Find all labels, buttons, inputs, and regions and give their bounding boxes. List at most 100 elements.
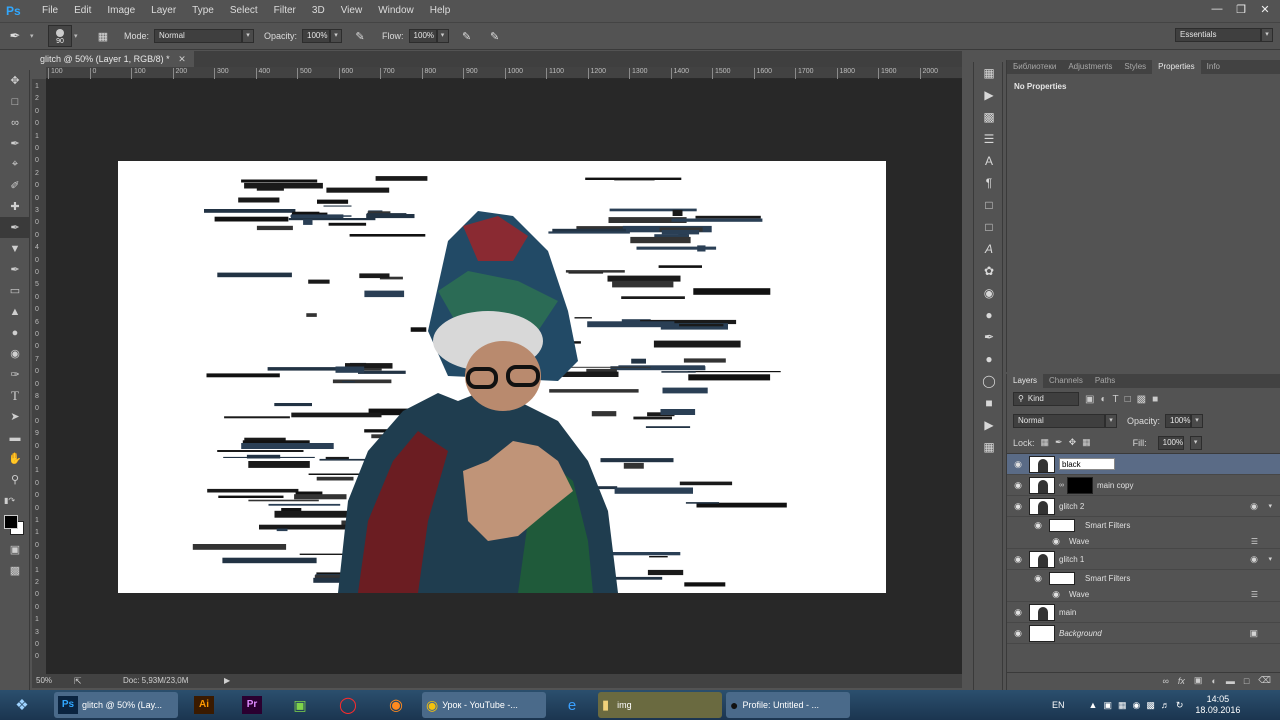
expand-arrow-icon[interactable]: ▾ (1268, 502, 1272, 510)
clock[interactable]: 14:05 18.09.2016 (1195, 694, 1240, 716)
volume-icon[interactable]: ♬ (1161, 700, 1170, 710)
brush-tool-icon[interactable]: ✒ (0, 28, 30, 44)
timeline-icon[interactable]: ▶ (974, 414, 1004, 436)
layer-name-input[interactable] (1059, 458, 1115, 470)
lock-transparency-icon[interactable]: ▦ (1041, 437, 1050, 448)
layer-row-main[interactable]: ◉ main (1007, 602, 1280, 623)
dodge-tool-icon[interactable]: ◉ (0, 343, 30, 364)
menu-file[interactable]: File (34, 0, 66, 22)
menu-help[interactable]: Help (422, 0, 459, 22)
eyedropper-tool-icon[interactable]: ✐ (0, 175, 30, 196)
menu-layer[interactable]: Layer (143, 0, 184, 22)
opacity-input[interactable]: 100% (302, 29, 331, 43)
visibility-eye-icon[interactable]: ◉ (1007, 480, 1029, 491)
brush-settings-icon[interactable]: ✿ (974, 260, 1004, 282)
pressure-size-icon[interactable]: ✎ (483, 30, 507, 43)
quick-mask-icon[interactable]: ▣ (0, 539, 30, 560)
screen-mode-icon[interactable]: ▩ (0, 560, 30, 581)
filter-toggle-icon[interactable]: ■ (1152, 394, 1158, 405)
brushes-icon[interactable]: ✒ (974, 326, 1004, 348)
brush-preset-picker[interactable]: 90 (48, 25, 72, 47)
layer-row-black[interactable]: ◉ (1007, 454, 1280, 475)
character-styles-icon[interactable]: □ (974, 194, 1004, 216)
chevron-down-icon[interactable]: ▾ (436, 29, 449, 43)
lock-pixels-icon[interactable]: ✒ (1055, 437, 1063, 448)
chevron-down-icon[interactable]: ▾ (1191, 414, 1204, 428)
taskbar-firefox[interactable]: ◉ (374, 692, 418, 718)
taskbar-opera[interactable]: ◯ (326, 692, 370, 718)
network-icon[interactable]: ▩ (1146, 700, 1155, 711)
tab-properties[interactable]: Properties (1152, 60, 1201, 74)
layer-row-background[interactable]: ◉ Background ▣ (1007, 623, 1280, 644)
visibility-eye-icon[interactable]: ◉ (1027, 520, 1049, 531)
filter-adjustment-icon[interactable]: ◐ (1100, 394, 1106, 405)
layer-style-icon[interactable]: fx (1178, 676, 1185, 686)
layer-row-glitch-2[interactable]: ◉ glitch 2 ◉ ▾ (1007, 496, 1280, 517)
stamp-tool-icon[interactable]: ▼ (0, 238, 30, 259)
filter-wave-row[interactable]: ◉ Wave ☰ (1007, 587, 1280, 602)
pressure-opacity-icon[interactable]: ✎ (348, 30, 372, 43)
filter-options-icon[interactable]: ☰ (1251, 590, 1258, 599)
pen-tool-icon[interactable]: ✑ (0, 364, 30, 385)
character-icon[interactable]: A (974, 150, 1004, 172)
chevron-down-icon[interactable]: ▾ (1105, 414, 1117, 428)
move-tool-icon[interactable]: ✥ (0, 70, 30, 91)
zoom-level[interactable]: 50% (36, 674, 52, 688)
eraser-tool-icon[interactable]: ▭ (0, 280, 30, 301)
document-canvas[interactable] (118, 161, 886, 593)
tray-app-icon[interactable]: ▦ (1118, 700, 1127, 711)
taskbar-ie[interactable]: e (550, 692, 594, 718)
new-layer-icon[interactable]: □ (1244, 676, 1249, 686)
measurement-icon[interactable]: ▦ (974, 436, 1004, 458)
taskbar-obs[interactable]: ● Profile: Untitled - ... (726, 692, 850, 718)
chain-link-icon[interactable]: ∞ (1059, 482, 1064, 489)
foreground-color-swatch[interactable] (4, 515, 18, 529)
flow-input[interactable]: 100% (408, 29, 437, 43)
path-select-tool-icon[interactable]: ➤ (0, 406, 30, 427)
bucket-tool-icon[interactable]: ▲ (0, 301, 30, 322)
color-swatches[interactable] (0, 511, 30, 539)
hand-tool-icon[interactable]: ✋ (0, 448, 30, 469)
brush-panel-icon[interactable]: ▦ (92, 30, 114, 43)
status-export-icon[interactable]: ⇱ (74, 674, 82, 688)
blend-mode-select[interactable]: Normal (1013, 414, 1105, 428)
taskbar-photoshop[interactable]: Ps glitch @ 50% (Lay... (54, 692, 178, 718)
history-icon[interactable]: ▦ (974, 62, 1004, 84)
tab-layers[interactable]: Layers (1007, 374, 1044, 388)
lasso-tool-icon[interactable]: ∞ (0, 112, 30, 133)
chevron-down-icon[interactable]: ▾ (30, 32, 40, 40)
tab-styles[interactable]: Styles (1118, 60, 1152, 74)
new-group-icon[interactable]: ▬ (1226, 676, 1235, 686)
layer-row-main-copy[interactable]: ◉ ∞ main copy (1007, 475, 1280, 496)
layer-mask-thumbnail[interactable] (1067, 476, 1093, 494)
paragraph-icon[interactable]: ¶ (974, 172, 1004, 194)
tray-app-icon[interactable]: ◉ (1132, 700, 1140, 711)
taskbar-folder[interactable]: ▮ img (598, 692, 722, 718)
toggle-icon[interactable]: ◯ (974, 370, 1004, 392)
smart-filters-row[interactable]: ◉ Smart Filters (1007, 517, 1280, 534)
sync-icon[interactable]: ↻ (1176, 700, 1184, 711)
layer-opacity-input[interactable]: 100% (1165, 414, 1192, 428)
visibility-eye-icon[interactable]: ◉ (1007, 607, 1029, 618)
mode-select[interactable]: Normal (154, 29, 243, 43)
info-icon[interactable]: ■ (974, 392, 1004, 414)
filter-smart-icon[interactable]: ▩ (1137, 394, 1146, 405)
crop-tool-icon[interactable]: ⌖ (0, 154, 30, 175)
menu-image[interactable]: Image (99, 0, 143, 22)
visibility-eye-icon[interactable]: ◉ (1007, 554, 1029, 565)
swatches-drop-icon[interactable]: ● (974, 304, 1004, 326)
chevron-down-icon[interactable]: ▾ (1261, 28, 1273, 42)
history-brush-tool-icon[interactable]: ✒ (0, 259, 30, 280)
tab-adjustments[interactable]: Adjustments (1062, 60, 1118, 74)
filter-shape-icon[interactable]: □ (1125, 394, 1131, 405)
language-indicator[interactable]: EN (1052, 700, 1065, 710)
lock-position-icon[interactable]: ✥ (1069, 437, 1077, 448)
blur-tool-icon[interactable]: ● (0, 322, 30, 343)
shape-tool-icon[interactable]: ▬ (0, 427, 30, 448)
zoom-tool-icon[interactable]: ⚲ (0, 469, 30, 490)
filter-options-icon[interactable]: ☰ (1251, 537, 1258, 546)
close-icon[interactable]: ✕ (178, 54, 186, 64)
menu-filter[interactable]: Filter (266, 0, 304, 22)
menu-3d[interactable]: 3D (304, 0, 333, 22)
actions-play-icon[interactable]: ▶ (974, 84, 1004, 106)
